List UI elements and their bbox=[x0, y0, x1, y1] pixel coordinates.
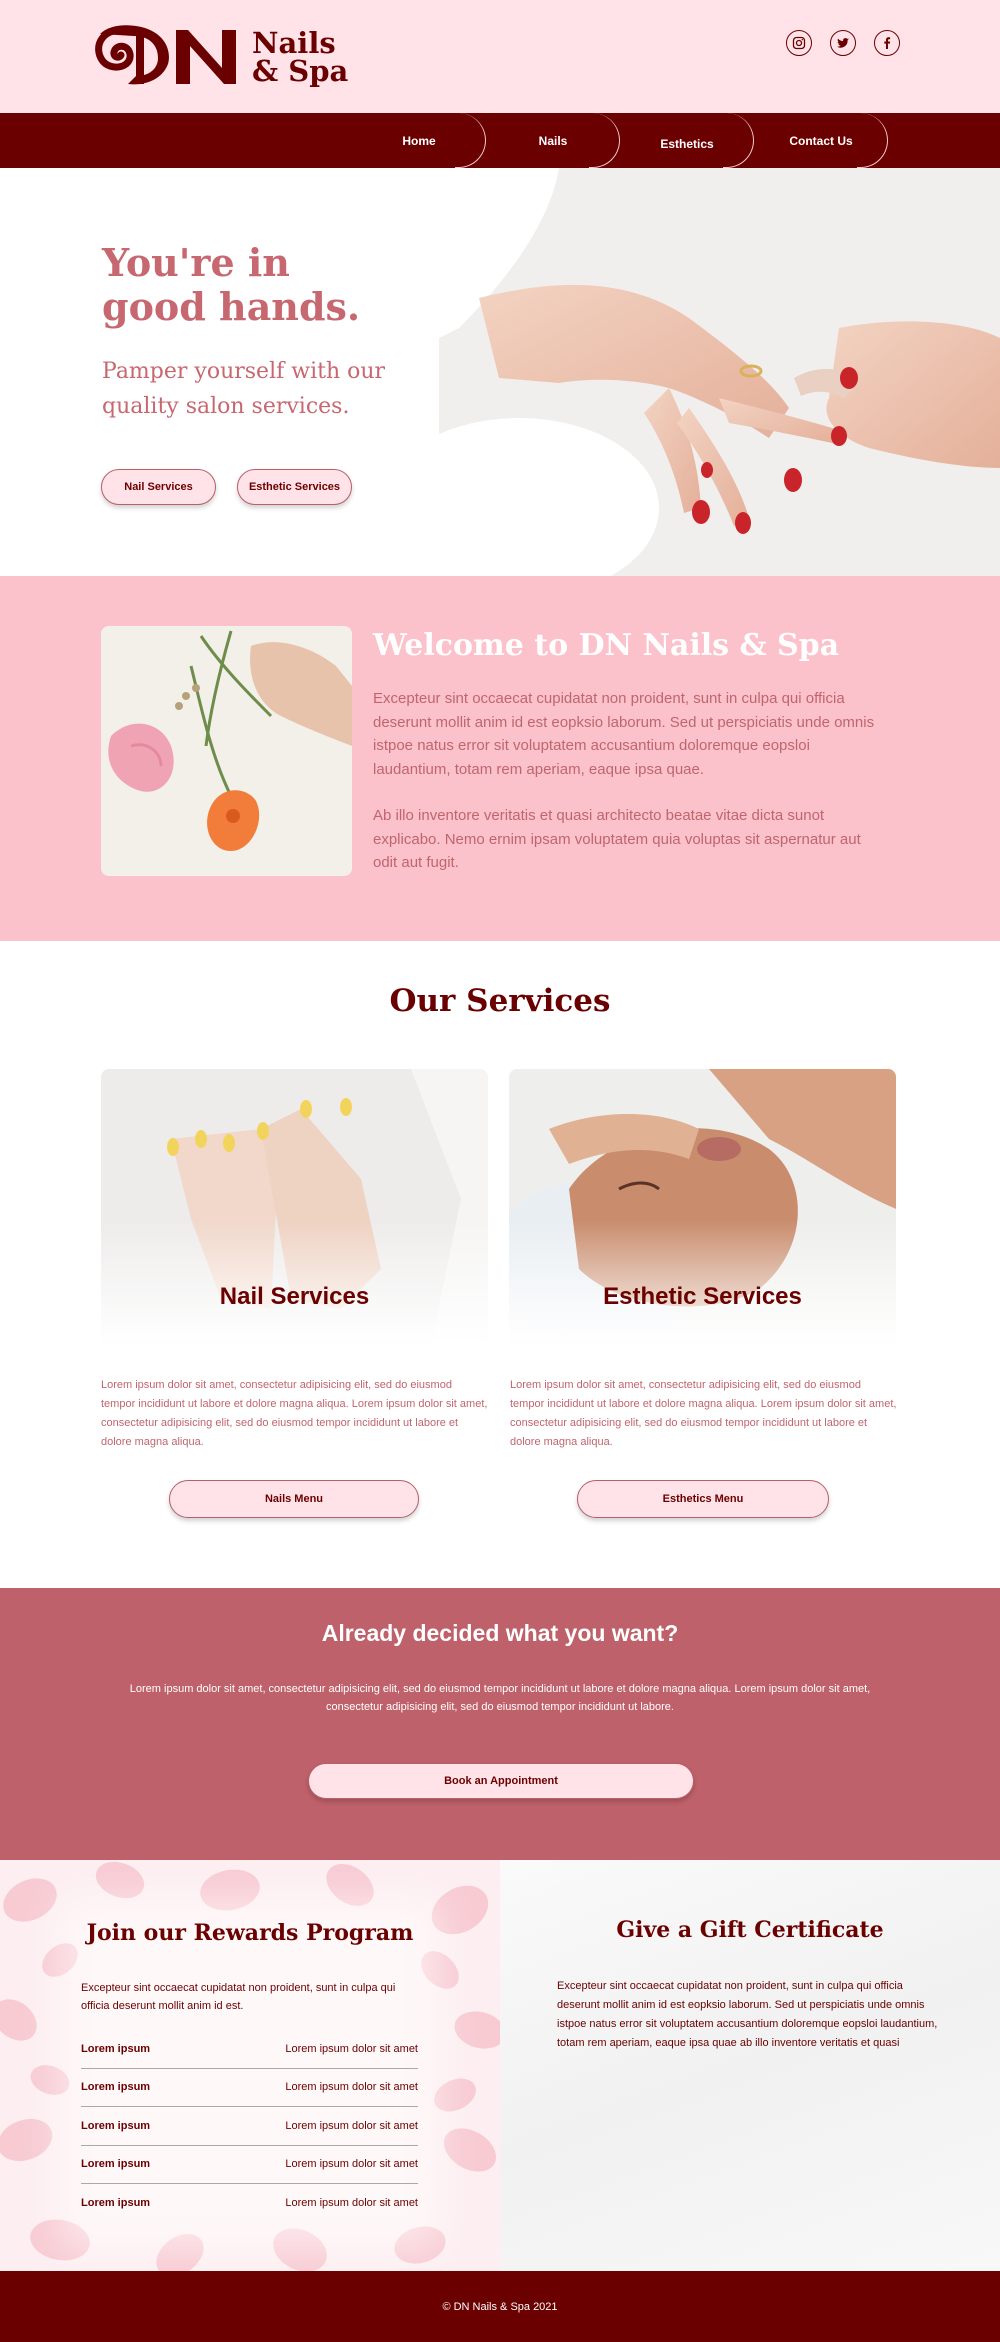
rewards-row-value: Lorem ipsum dolor sit amet bbox=[285, 2081, 418, 2094]
rewards-row-label: Lorem ipsum bbox=[81, 2158, 151, 2171]
esthetic-services-card[interactable]: Esthetic Services bbox=[509, 1069, 896, 1345]
hero-title: You're in good hands. bbox=[102, 240, 361, 329]
welcome-paragraph-1: Excepteur sint occaecat cupidatat non pr… bbox=[373, 690, 875, 778]
nail-services-button[interactable]: Nail Services bbox=[101, 469, 216, 505]
nail-services-description: Lorem ipsum dolor sit amet, consectetur … bbox=[101, 1379, 488, 1448]
esthetic-services-description: Lorem ipsum dolor sit amet, consectetur … bbox=[510, 1379, 897, 1448]
services-section: Our Services Nail Services Esthetic Serv… bbox=[0, 941, 1000, 1588]
hand-with-flowers-image bbox=[101, 626, 352, 876]
booking-cta-section: Already decided what you want? Lorem ips… bbox=[0, 1588, 1000, 1860]
nail-services-card-title: Nail Services bbox=[219, 1283, 370, 1310]
rewards-row-label: Lorem ipsum bbox=[81, 2197, 151, 2210]
twitter-icon bbox=[837, 38, 849, 48]
nav-contact-us[interactable]: Contact Us bbox=[754, 113, 888, 168]
welcome-paragraph-2: Ab illo inventore veritatis et quasi arc… bbox=[373, 807, 861, 871]
rewards-row-value: Lorem ipsum dolor sit amet bbox=[285, 2197, 418, 2210]
hero-section: You're in good hands. Pamper yourself wi… bbox=[0, 168, 1000, 576]
copyright-text: © DN Nails & Spa 2021 bbox=[442, 2300, 558, 2313]
manicure-hands-image bbox=[439, 168, 1000, 576]
rewards-text: Excepteur sint occaecat cupidatat non pr… bbox=[81, 1982, 396, 2012]
welcome-title: Welcome to DN Nails & Spa bbox=[373, 628, 840, 663]
rewards-row-label: Lorem ipsum bbox=[81, 2081, 151, 2094]
instagram-icon bbox=[792, 36, 806, 50]
site-footer: © DN Nails & Spa 2021 bbox=[0, 2271, 1000, 2342]
instagram-link[interactable] bbox=[786, 30, 812, 56]
social-links bbox=[786, 30, 900, 56]
rewards-row: Lorem ipsum Lorem ipsum dolor sit amet bbox=[81, 2069, 418, 2107]
rewards-title: Join our Rewards Program bbox=[86, 1920, 414, 1946]
logo-wordmark: Nails & Spa bbox=[252, 26, 349, 88]
nav-esthetics[interactable]: Esthetics bbox=[620, 113, 754, 168]
rewards-gift-section: Join our Rewards Program Excepteur sint … bbox=[0, 1860, 1000, 2271]
dn-logo-mark-icon bbox=[95, 25, 236, 85]
rewards-row: Lorem ipsum Lorem ipsum dolor sit amet bbox=[81, 2146, 418, 2184]
nails-menu-button[interactable]: Nails Menu bbox=[169, 1480, 419, 1518]
gift-certificate-panel: Give a Gift Certificate Excepteur sint o… bbox=[500, 1860, 1000, 2271]
nav-nails[interactable]: Nails bbox=[486, 113, 620, 168]
rewards-panel: Join our Rewards Program Excepteur sint … bbox=[0, 1860, 500, 2271]
logo-line-1: Nails bbox=[252, 26, 336, 60]
nav-home[interactable]: Home bbox=[352, 113, 486, 168]
gift-text: Excepteur sint occaecat cupidatat non pr… bbox=[557, 1980, 938, 2049]
cta-text: Lorem ipsum dolor sit amet, consectetur … bbox=[129, 1683, 871, 1713]
rewards-row: Lorem ipsum Lorem ipsum dolor sit amet bbox=[81, 2107, 418, 2146]
cta-title: Already decided what you want? bbox=[321, 1620, 679, 1646]
hero-image bbox=[439, 168, 1000, 576]
logo[interactable]: Nails & Spa bbox=[92, 22, 348, 88]
rewards-row: Lorem ipsum Lorem ipsum dolor sit amet bbox=[81, 2184, 418, 2223]
esthetic-services-card-title: Esthetic Services bbox=[603, 1283, 802, 1310]
esthetic-services-button[interactable]: Esthetic Services bbox=[237, 469, 352, 505]
gift-title: Give a Gift Certificate bbox=[616, 1917, 884, 1943]
book-appointment-button[interactable]: Book an Appointment bbox=[308, 1763, 694, 1799]
services-title: Our Services bbox=[389, 983, 611, 1019]
nail-services-card[interactable]: Nail Services bbox=[101, 1069, 488, 1345]
hero-subtitle: Pamper yourself with our quality salon s… bbox=[102, 359, 386, 419]
facebook-link[interactable] bbox=[874, 30, 900, 56]
hero-text-panel: You're in good hands. Pamper yourself wi… bbox=[0, 168, 439, 576]
welcome-image bbox=[101, 626, 352, 876]
esthetics-menu-button[interactable]: Esthetics Menu bbox=[577, 1480, 829, 1518]
welcome-section: Welcome to DN Nails & Spa Excepteur sint… bbox=[0, 576, 1000, 941]
rewards-row-label: Lorem ipsum bbox=[81, 2042, 151, 2055]
facebook-icon bbox=[884, 37, 891, 49]
main-nav: Home Nails Esthetics Contact Us bbox=[0, 113, 1000, 168]
rewards-row-value: Lorem ipsum dolor sit amet bbox=[285, 2119, 418, 2132]
site-header: Nails & Spa bbox=[0, 0, 1000, 113]
rewards-row: Lorem ipsum Lorem ipsum dolor sit amet bbox=[81, 2030, 418, 2069]
rewards-row-value: Lorem ipsum dolor sit amet bbox=[285, 2158, 418, 2171]
nav-items: Home Nails Esthetics Contact Us bbox=[352, 113, 888, 168]
twitter-link[interactable] bbox=[830, 30, 856, 56]
rewards-row-label: Lorem ipsum bbox=[81, 2119, 151, 2132]
rewards-row-value: Lorem ipsum dolor sit amet bbox=[285, 2042, 418, 2055]
logo-line-2: & Spa bbox=[252, 54, 349, 88]
